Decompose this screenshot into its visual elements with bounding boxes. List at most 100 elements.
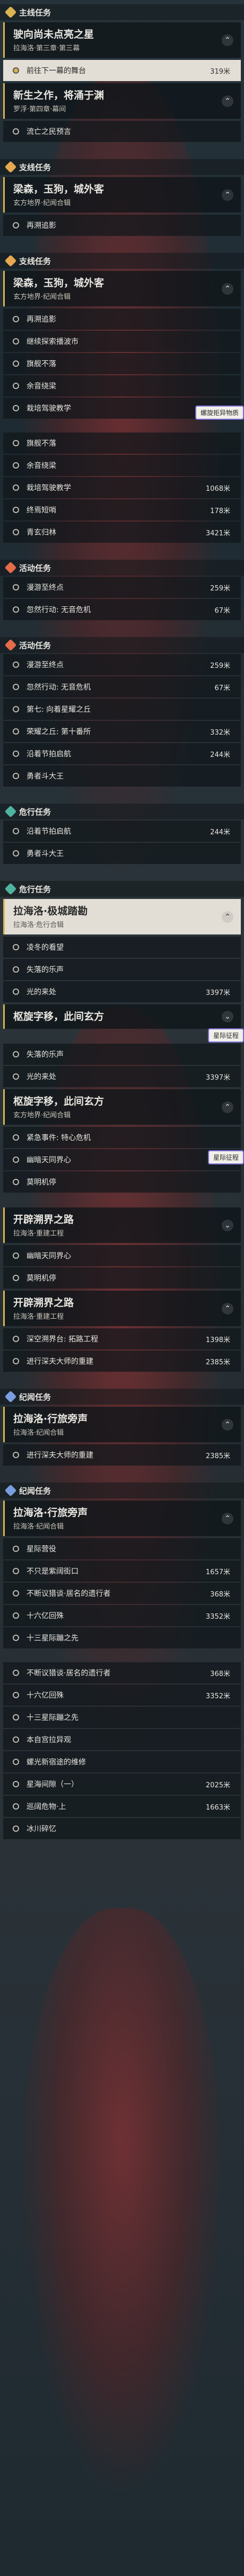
quest-row[interactable]: 莫明机停 [3,1171,241,1193]
quest-row[interactable]: 青玄归林 3421米 [3,522,241,543]
quest-row[interactable]: 失落的乐声 [3,959,241,980]
quest-row[interactable]: 星际营役 [3,1538,241,1559]
quest-status-icon [13,584,19,590]
quest-row[interactable]: 凌冬的看望 [3,937,241,958]
quest-row[interactable]: 漫游至终点 259米 [3,577,241,598]
quest-row[interactable]: 余音绕梁 [3,375,241,396]
quest-group-header[interactable]: 拉海洛·行旅旁声 拉海洛·纪闻合辑 ⌃ [3,1501,241,1536]
category-icon [4,161,17,173]
quest-group-header[interactable]: 拉海洛·极城踏勘 拉海洛·危行合辑 ⌃ [3,899,241,934]
quest-status-icon [13,684,19,690]
quest-group-header[interactable]: 梁森，玉狗，城外客 玄方地界·纪闻合辑 ⌃ [3,271,241,306]
quest-distance: 319米 [210,67,230,76]
quest-row[interactable]: 前往下一幕的舞台 319米 [3,60,241,81]
quest-row[interactable]: 忽然行动: 无音危机 67米 [3,599,241,620]
quest-group-header[interactable]: 枢旋字移，此间玄方 ⌄ [3,1004,241,1029]
quest-label: 沿着节拍启航 [27,750,71,758]
chevron-icon[interactable]: ⌄ [222,1011,233,1022]
quest-row[interactable]: 紧急事件: 特心危机 [3,1127,241,1148]
quest-row[interactable]: 十三星际蹦之先 [3,1707,241,1728]
quest-row[interactable]: 莫明机停 [3,1267,241,1289]
quest-status-icon [13,1336,19,1342]
quest-group-header[interactable]: 梁森，玉狗，城外客 玄方地界·纪闻合辑 ⌃ [3,177,241,213]
background-figure [21,1908,223,2491]
chevron-icon[interactable]: ⌃ [222,1512,233,1524]
chevron-icon[interactable]: ⌃ [222,1101,233,1113]
quest-row[interactable]: 幽暗天同界心 [3,1149,241,1170]
quest-row[interactable]: 漫游至终点 259米 [3,654,241,675]
quest-status-icon [13,1179,19,1185]
quest-row[interactable]: 进行深夫大师的重建 2385米 [3,1351,241,1372]
quest-distance: 259米 [210,584,230,593]
chevron-icon[interactable]: ⌃ [222,1418,233,1431]
quest-row[interactable]: 再溯追影 [3,215,241,236]
quest-status-icon [13,507,19,513]
quest-row[interactable]: 余音绕梁 [3,455,241,476]
quest-status-icon [13,1568,19,1574]
quest-distance: 1657米 [205,1568,230,1576]
quest-row[interactable]: 终焉短哨 178米 [3,499,241,521]
quest-row[interactable]: 忽然行动: 无音危机 67米 [3,676,241,698]
category-header: 危行任务 [0,881,244,897]
quest-group-header[interactable]: 驶向尚未点亮之星 拉海洛·第三章·第三幕 ⌃ [3,22,241,58]
chevron-icon[interactable]: ⌄ [222,1219,233,1231]
quest-group-header[interactable]: 拉海洛·行旅旁声 拉海洛·纪闻合辑 ⌃ [3,1407,241,1442]
quest-label: 漫游至终点 [27,584,64,592]
quest-row[interactable]: 深空溯界台: 拓路工程 1398米 [3,1328,241,1349]
quest-row[interactable]: 幽暗天同界心 [3,1245,241,1266]
quest-label: 余音绕梁 [27,462,56,470]
quest-row[interactable]: 光的来处 3397米 [3,981,241,1002]
quest-row[interactable]: 勇者斗大王 [3,765,241,787]
quest-row[interactable]: 勇者斗大王 [3,843,241,864]
chevron-icon[interactable]: ⌃ [222,911,233,923]
quest-distance: 2385米 [205,1452,230,1460]
quest-row[interactable]: 不断议猎谈·居名的遗行者 368米 [3,1583,241,1604]
quest-row[interactable]: 进行深夫大师的重建 2385米 [3,1444,241,1466]
quest-row[interactable]: 沿着节拍启航 244米 [3,821,241,842]
quest-row[interactable]: 再溯追影 [3,308,241,330]
quest-row[interactable]: 不只是紫阔街口 1657米 [3,1560,241,1582]
quest-label: 栽培驾驶教学 [27,484,71,492]
quest-row[interactable]: 冰川碎忆 [3,1818,241,1839]
quest-row[interactable]: 荣耀之丘: 第十番所 332米 [3,721,241,742]
quest-row[interactable]: 星海间隙（一） 2025米 [3,1774,241,1795]
quest-row[interactable]: 光的来处 3397米 [3,1066,241,1087]
quest-group-header[interactable]: 开辟溯界之路 拉海洛·重建工程 ⌃ [3,1291,241,1326]
quest-row[interactable]: 十三星际蹦之先 [3,1627,241,1648]
chevron-icon[interactable]: ⌃ [222,283,233,295]
category-icon [4,805,17,818]
quest-label: 不断议猎谈·居名的遗行者 [27,1590,111,1598]
quest-label: 继续探索播波市 [27,338,79,346]
chevron-icon[interactable]: ⌃ [222,1302,233,1315]
quest-row[interactable]: 继续探索播波市 [3,331,241,352]
quest-row[interactable]: 十六亿回殊 3352米 [3,1684,241,1706]
quest-row[interactable]: 十六亿回殊 3352米 [3,1605,241,1626]
quest-row[interactable]: 第七: 向着星耀之丘 [3,699,241,720]
chevron-icon[interactable]: ⌃ [222,189,233,201]
quest-row[interactable]: 栽培驾驶教学 1068米 [3,477,241,498]
quest-group-header[interactable]: 新生之作，将涌于渊 罗浮·第四章·幕间 ⌃ [3,83,241,119]
quest-row[interactable]: 失落的乐声 [3,1044,241,1065]
quest-status-icon [13,405,19,411]
quest-label: 失落的乐声 [27,1051,64,1059]
quest-group-header[interactable]: 枢旋字移，此间玄方 玄方地界·纪闻合辑 ⌃ [3,1089,241,1125]
quest-distance: 368米 [210,1590,230,1599]
chevron-icon[interactable]: ⌃ [222,95,233,107]
quest-row[interactable]: 不断议猎谈·居名的遗行者 368米 [3,1662,241,1683]
quest-group-header[interactable]: 开辟溯界之路 拉海洛·重建工程 ⌄ [3,1207,241,1243]
quest-row[interactable]: 流亡之民预言 [3,121,241,142]
quest-row[interactable]: 旗舰不落 [3,353,241,374]
quest-status-icon [13,316,19,322]
chevron-icon[interactable]: ⌃ [222,34,233,46]
quest-row[interactable]: 螺光新宿途的维修 [3,1751,241,1772]
quest-distance: 3352米 [205,1612,230,1621]
quest-row[interactable]: 沿着节拍启航 244米 [3,743,241,764]
quest-row[interactable]: 巡阔危物·上 1663米 [3,1796,241,1817]
quest-row[interactable]: 旗舰不落 [3,433,241,454]
quest-row[interactable]: 本自宫拉异观 [3,1729,241,1750]
